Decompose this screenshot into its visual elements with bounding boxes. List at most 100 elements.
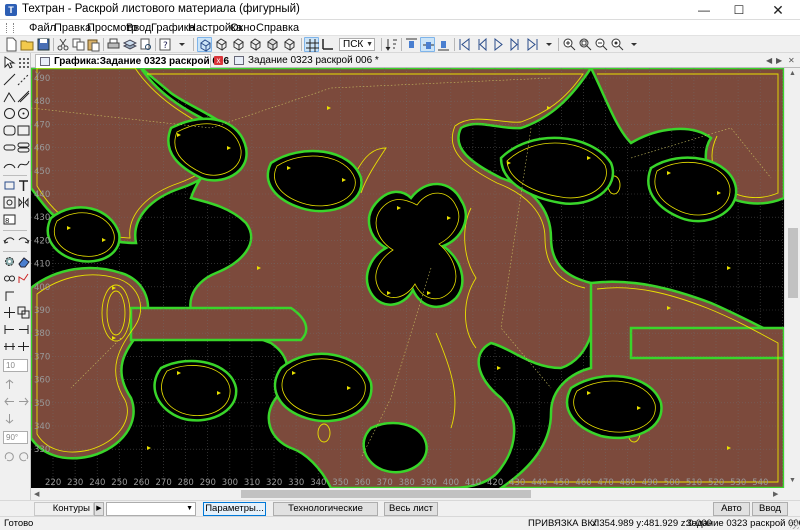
maximize-icon[interactable]: ☐ [725,0,753,20]
tab-graphics[interactable]: Графика:Задание 0323 раскрой 006 [35,54,229,68]
input-button[interactable]: Ввод [752,502,788,516]
text-icon[interactable] [17,179,30,192]
angle-combo[interactable]: 90° [3,431,28,444]
view-bottom-icon[interactable] [282,37,297,52]
first-icon[interactable] [457,37,472,52]
minimize-icon[interactable]: — [690,0,718,20]
eraser-icon[interactable] [17,255,30,268]
nesting-drawing[interactable]: Y 49048047046045044043042041040039038037… [31,68,784,488]
vertical-scrollbar[interactable]: ▲ ▼ [784,68,800,488]
close-icon[interactable]: ✕ [764,0,792,20]
dropdown-arrow-icon[interactable] [542,37,557,52]
arrow-left-icon[interactable] [3,395,16,408]
slot-double-icon[interactable] [17,141,30,154]
move-icon[interactable] [3,306,16,319]
contours-combo[interactable]: ▼ [106,502,196,516]
horizontal-scroll-thumb[interactable] [241,490,531,498]
scroll-left-icon[interactable]: ◀ [34,490,39,498]
arc-icon[interactable] [3,158,16,171]
redo-arc-icon[interactable] [17,234,30,247]
drawing-canvas[interactable]: Y 490 480 470 460 450 440 430 420 410 400 390 380 37… [31,68,784,488]
rotate-ccw-icon[interactable] [3,450,16,463]
next-icon[interactable] [508,37,523,52]
part-icon[interactable] [3,196,16,209]
last-icon[interactable] [525,37,540,52]
new-icon[interactable] [4,37,19,52]
rotate-cw-icon[interactable] [17,450,30,463]
tab-close-icon[interactable]: x [214,56,223,65]
scroll-up-icon[interactable]: ▲ [789,70,796,77]
layers-icon[interactable] [122,37,137,52]
undo-arc-icon[interactable] [3,234,16,247]
menu-window[interactable]: Окно [230,22,256,34]
play-icon[interactable] [491,37,506,52]
align-top-icon[interactable] [404,37,419,52]
tab-job[interactable]: Задание 0323 раскрой 006 * [230,54,400,68]
print-icon[interactable] [106,37,121,52]
line-dash-icon[interactable] [17,73,30,86]
view-iso-icon[interactable] [265,37,280,52]
resize-grip-icon[interactable] [790,520,799,529]
view-top-icon[interactable] [197,37,212,52]
align-center-icon[interactable] [420,37,435,52]
corner-icon[interactable] [3,289,16,302]
save-icon[interactable] [36,37,51,52]
view-front-icon[interactable] [214,37,229,52]
dropdown-arrow-icon[interactable] [175,37,190,52]
dimension-icon[interactable]: 8 [3,213,16,226]
tabs-scroll-left-icon[interactable]: ◀ [766,56,772,65]
tabs-scroll-right-icon[interactable]: ▶ [776,56,782,65]
mirror-icon[interactable] [17,196,30,209]
sort-icon[interactable] [384,37,399,52]
extend-icon[interactable] [3,340,16,353]
print-preview-icon[interactable] [138,37,153,52]
horizontal-scrollbar[interactable]: ◀ ▶ [31,488,784,500]
rounded-rect-icon[interactable] [3,124,16,137]
circle-icon[interactable] [3,107,16,120]
polyline-icon[interactable] [3,90,16,103]
line-icon[interactable] [3,73,16,86]
menu-edit[interactable]: Правка [54,22,91,34]
tabs-close-icon[interactable]: ✕ [788,56,795,65]
menu-input[interactable]: Ввод [126,22,151,34]
prev-icon[interactable] [474,37,489,52]
scale-icon[interactable] [17,306,30,319]
zoom-window-icon[interactable] [578,37,593,52]
arrow-up-icon[interactable] [3,378,16,391]
vertical-scroll-thumb[interactable] [788,228,798,298]
tangent-icon[interactable] [17,90,30,103]
trim-right-icon[interactable] [17,323,30,336]
axis-icon[interactable] [320,37,335,52]
scroll-down-icon[interactable]: ▼ [789,477,796,484]
help-icon[interactable]: ? [158,37,173,52]
menu-help[interactable]: Справка [256,22,299,34]
circle-center-icon[interactable] [17,107,30,120]
copy-icon[interactable] [71,37,86,52]
zoom-out-icon[interactable] [594,37,609,52]
align-bottom-icon[interactable] [436,37,451,52]
tech-transitions-button[interactable]: Технологические переходы... [273,502,378,526]
arrow-right-icon[interactable] [17,395,30,408]
rect-icon[interactable] [17,124,30,137]
contours-arrow-icon[interactable]: ▶ [94,502,104,516]
trim-left-icon[interactable] [3,323,16,336]
params-button[interactable]: Параметры... [203,502,266,516]
step-combo[interactable]: 10 [3,359,28,372]
open-icon[interactable] [20,37,35,52]
arrow-down-icon[interactable] [3,412,16,425]
whole-sheet-button[interactable]: Весь лист [384,502,438,516]
gear-icon[interactable] [3,255,16,268]
auto-button[interactable]: Авто [713,502,750,516]
spline-icon[interactable] [17,158,30,171]
split-icon[interactable] [17,340,30,353]
cut-icon[interactable] [56,37,71,52]
coord-system-combo[interactable]: ПСК ▼ [339,38,375,51]
grid-icon[interactable] [304,37,319,52]
zoom-in-icon[interactable] [562,37,577,52]
select-arrow-icon[interactable] [3,56,16,69]
menu-file[interactable]: Файл [29,22,56,34]
point-grid-icon[interactable] [17,56,30,69]
path-icon[interactable] [17,272,30,285]
dropdown-arrow-icon[interactable] [627,37,642,52]
slot-icon[interactable] [3,141,16,154]
